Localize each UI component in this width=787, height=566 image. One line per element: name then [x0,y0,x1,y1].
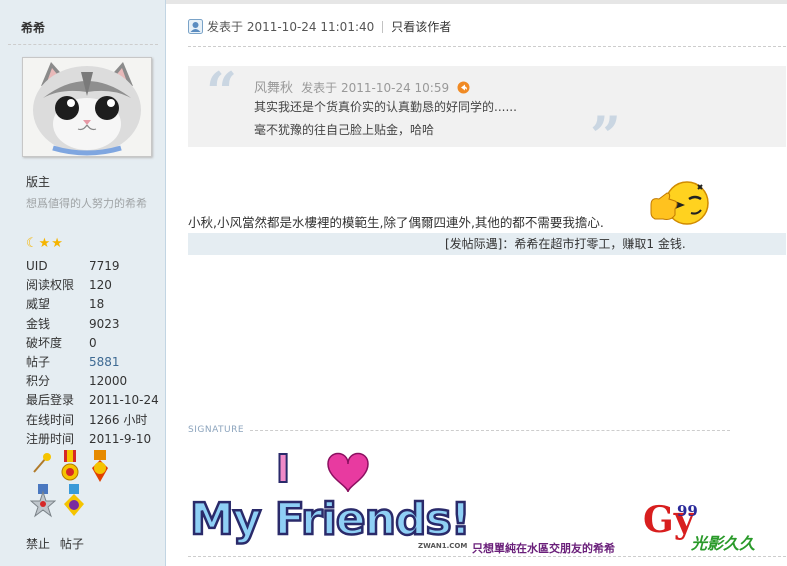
stat-row: 破坏度 0 [26,334,159,353]
friends-banner-image: I My Friends! [189,446,472,546]
quote-line: 其实我还是个货真价实的认真勤恳的好同学的...... [254,100,517,114]
post-top-border [166,0,787,4]
notice-text: [发帖际遇]：希希在超市打零工，赚取1 金钱. [445,237,686,251]
meta-divider-line [188,46,786,47]
posts-count-link[interactable]: 5881 [89,355,120,369]
stat-key: 金钱 [26,316,51,331]
stat-row: 在线时间 1266 小时 [26,411,159,430]
stat-value: 12000 [89,374,128,389]
posting-event-notice: [发帖际遇]：希希在超市打零工，赚取1 金钱. [188,233,786,255]
stat-key: 积分 [26,374,51,389]
quote-block: “ ” 风舞秋 发表于 2011-10-24 10:59 其实我还是个货真价实的… [188,60,786,168]
moderator-actions: 禁止 帖子 [26,535,90,552]
stat-row: 最后登录 2011-10-24 [26,391,159,410]
quote-line: 毫不犹豫的往自己脸上贴金，哈哈 [254,123,435,137]
stat-key: 在线时间 [26,412,75,427]
stat-value: 1266 小时 [89,412,148,427]
medal-list [30,450,140,518]
close-quote-icon: ” [590,104,622,168]
quote-author: 风舞秋 [254,81,294,96]
stat-row: 威望 18 [26,295,159,314]
sidebar-divider [8,44,158,45]
author-username[interactable]: 希希 [21,19,45,36]
stat-key: 帖子 [26,354,51,369]
meta-divider [382,21,384,33]
i-love-my-friends-banner: I My Friends! [188,446,473,551]
logo-caption: 光影久久 [691,534,756,553]
wand-medal-icon[interactable] [30,450,52,476]
post-body: 小秋,小风當然都是水樓裡的模範生,除了偶爾四連外,其他的都不需要我擔心. [188,215,604,230]
avatar[interactable] [22,57,152,157]
goto-quoted-post-icon[interactable] [457,81,470,98]
logo-number: 99 [677,502,698,520]
signature-divider [250,430,730,431]
user-rank: 版主 [26,175,51,189]
post-timestamp: 发表于 2011-10-24 11:01:40 [207,20,375,34]
stat-row: 阅读权限 120 [26,276,159,295]
only-author-link[interactable]: 只看该作者 [391,20,451,34]
signature-caption: 只想單純在水區交朋友的希希 [472,542,615,555]
cat-avatar-image [23,58,151,156]
stat-key: 最后登录 [26,393,75,408]
stat-value: 0 [89,335,97,350]
open-quote-icon: “ [206,60,238,124]
signature-bottom-divider [188,556,786,557]
post-meta: 发表于 2011-10-24 11:01:40 只看该作者 [188,18,451,37]
author-sidebar: 希希 版主 想爲値得的人努力的希希 ☾★★ UID 7719 阅读权限 120 … [0,0,166,566]
stat-key: 注册时间 [26,431,75,446]
stat-value: 120 [89,278,112,293]
purple-star-medal-icon[interactable] [62,484,86,518]
signature-label: SIGNATURE [188,425,245,435]
silver-star-medal-icon[interactable] [30,484,56,518]
quote-timestamp: 发表于 2011-10-24 10:59 [301,81,450,95]
banner-friends-text: My Friends! [190,494,470,545]
red-ribbon-medal-icon[interactable] [58,450,82,484]
stat-value: 18 [89,297,105,312]
stat-key: 破坏度 [26,335,63,350]
user-motto: 想爲値得的人努力的希希 [26,197,147,210]
stat-value: 7719 [89,259,120,273]
stat-value: 2011-10-24 [89,393,159,408]
stat-row: 注册时间 2011-9-10 [26,430,159,449]
ban-link[interactable]: 禁止 [26,537,50,551]
posts-link[interactable]: 帖子 [60,537,84,551]
thumbs-up-smiley-icon [649,179,713,230]
stat-value: 9023 [89,316,120,331]
stat-row: 金钱 9023 [26,315,159,334]
rank-stars-icon: ☾★★ [26,236,64,251]
stat-value: 2011-9-10 [89,431,152,446]
heart-icon [327,452,369,493]
banner-watermark: ZWAN1.COM [418,542,468,550]
online-user-icon [188,19,203,37]
stat-row: 积分 12000 [26,372,159,391]
stat-key: 威望 [26,297,51,312]
stat-row: UID 7719 [26,257,159,276]
user-stats: UID 7719 阅读权限 120 威望 18 金钱 9023 破坏度 0 帖子 5881 … [26,257,159,449]
banner-i-text: I [276,447,290,491]
stat-key: UID [26,259,48,273]
quote-header: 风舞秋 发表于 2011-10-24 10:59 [254,77,470,98]
stat-key: 阅读权限 [26,278,75,293]
gold-qin-medal-icon[interactable] [88,450,112,484]
stat-row: 帖子 5881 [26,353,159,372]
